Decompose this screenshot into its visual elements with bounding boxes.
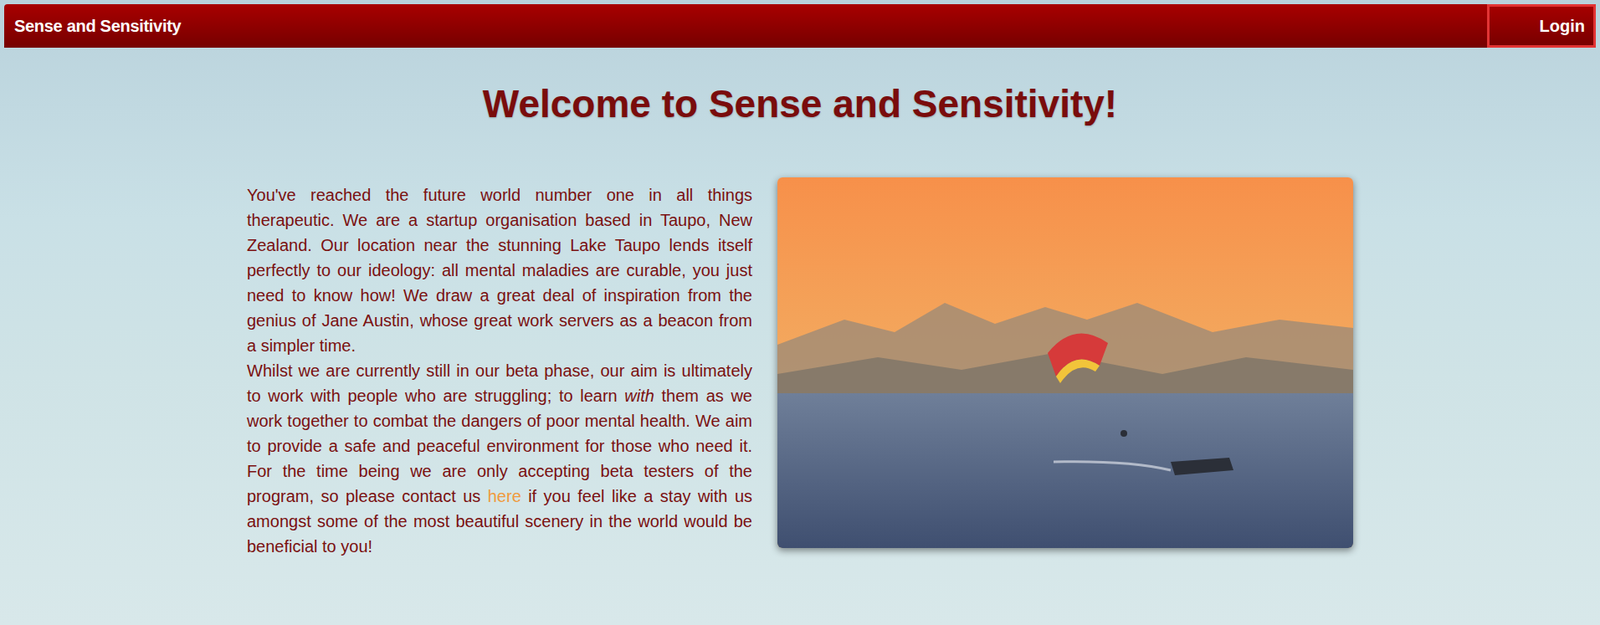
intro-paragraph: You've reached the future world number o… [246,182,753,359]
intro-text: You've reached the future world number o… [246,182,753,559]
intro-paragraph: Whilst we are currently still in our bet… [246,358,753,559]
lake-photo [777,177,1354,549]
login-button[interactable]: Login [1487,4,1596,48]
brand-link[interactable]: Sense and Sensitivity [14,13,181,39]
top-navbar: Sense and Sensitivity Login [4,4,1596,48]
page-heading: Welcome to Sense and Sensitivity! [0,81,1600,128]
content-area: You've reached the future world number o… [0,177,1600,559]
emphasis-text: with [624,386,655,406]
text-segment: You've reached the future world number o… [246,185,753,355]
contact-link[interactable]: here [487,487,522,506]
